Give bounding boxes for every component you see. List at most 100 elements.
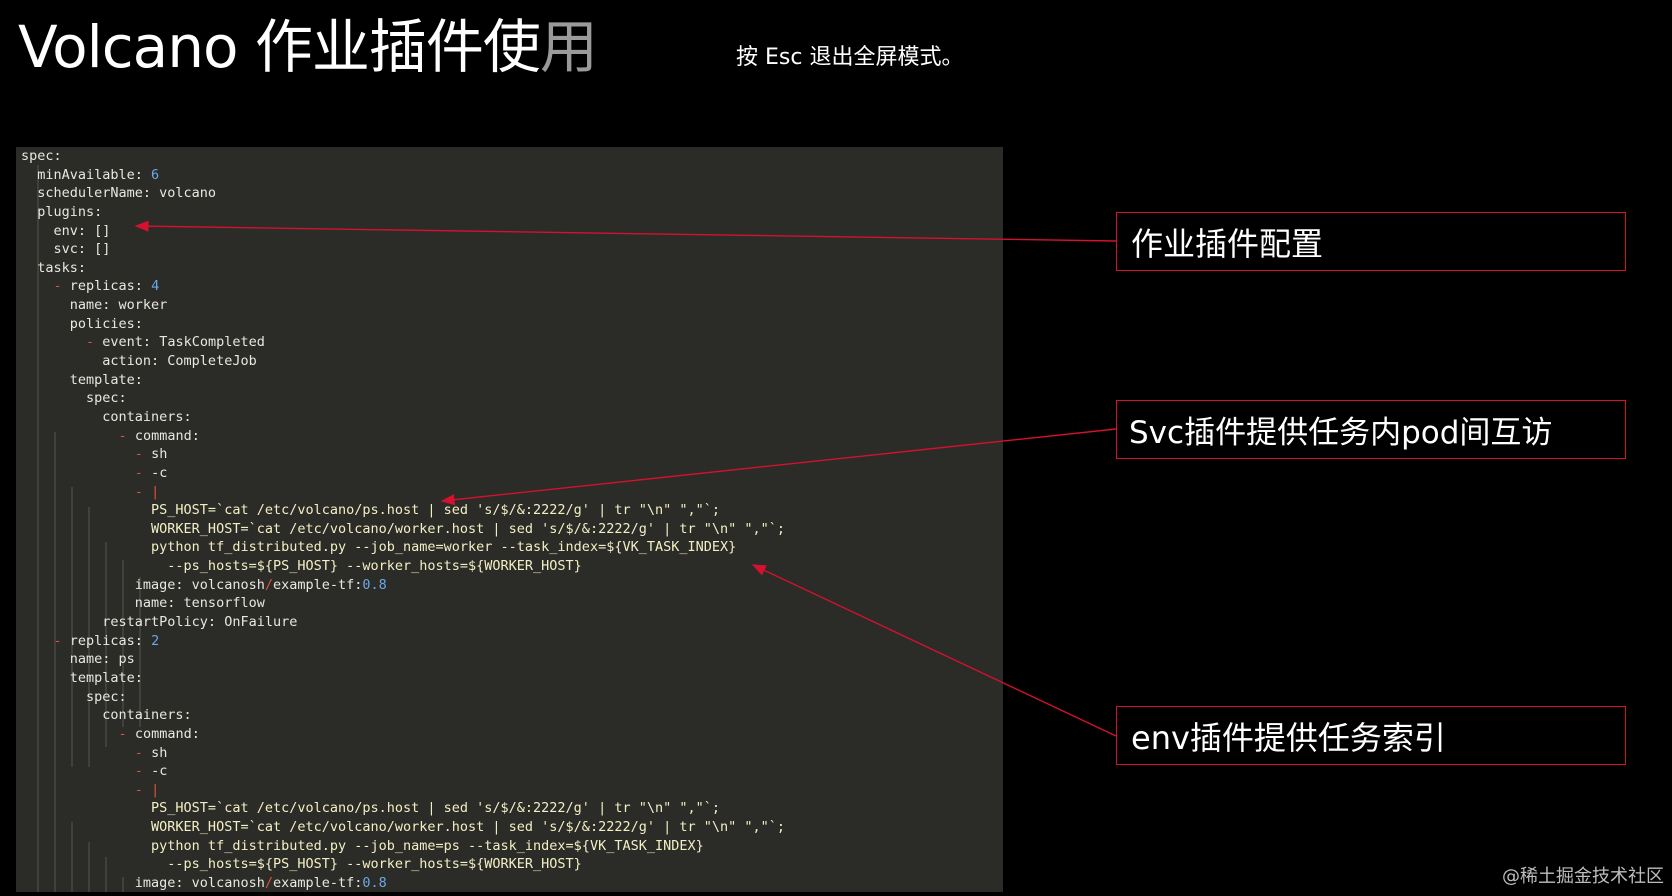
code-token: env: []: [21, 222, 111, 239]
code-token: containers:: [21, 408, 192, 425]
code-line: - -c: [21, 762, 785, 781]
code-token: python tf_distributed.py --job_name=ps -…: [21, 837, 704, 854]
code-token: name: tensorflow: [21, 595, 265, 612]
code-line: plugins:: [21, 203, 785, 222]
callout-env-plugin-text: env插件提供任务索引: [1131, 718, 1446, 757]
exit-fullscreen-hint: 按 Esc 退出全屏模式。: [736, 45, 964, 70]
code-token: tasks:: [21, 259, 87, 276]
code-line: PS_HOST=`cat /etc/volcano/ps.host | sed …: [21, 799, 785, 818]
callout-plugin-config: 作业插件配置: [1116, 212, 1626, 271]
code-token: template:: [21, 371, 143, 388]
code-token: replicas:: [69, 632, 152, 649]
code-line: python tf_distributed.py --job_name=ps -…: [21, 837, 785, 856]
code-line: spec:: [21, 688, 785, 707]
code-line: - sh: [21, 445, 785, 464]
code-token: WORKER_HOST=`cat /etc/volcano/worker.hos…: [21, 520, 786, 537]
code-token: -c: [151, 763, 168, 780]
code-line: tasks:: [21, 259, 785, 278]
code-token: -: [134, 464, 152, 481]
code-line: image: volcanosh/example-tf:0.8: [21, 874, 785, 892]
code-line: name: worker: [21, 296, 785, 315]
slide-title-main: Volcano 作业插件使: [18, 13, 541, 81]
code-token: spec:: [21, 688, 127, 705]
code-token: replicas:: [69, 278, 152, 295]
code-line: name: tensorflow: [21, 594, 785, 613]
code-token: name: worker: [21, 297, 168, 314]
code-token: PS_HOST=`cat /etc/volcano/ps.host | sed …: [21, 800, 720, 817]
code-token: example-tf:: [272, 874, 363, 891]
code-token: -: [134, 744, 152, 761]
code-token: WORKER_HOST=`cat /etc/volcano/worker.hos…: [21, 819, 786, 836]
code-token: example-tf:: [272, 576, 363, 593]
code-token: template:: [21, 669, 143, 686]
code-token: 2: [151, 632, 160, 649]
code-token: -: [53, 278, 70, 295]
code-token: -: [134, 483, 152, 500]
watermark: @稀土掘金技术社区: [1502, 866, 1664, 887]
code-token: 4: [151, 278, 160, 295]
code-token: restartPolicy: OnFailure: [21, 614, 298, 631]
callout-svc-plugin-text: Svc插件提供任务内pod间互访: [1129, 415, 1553, 451]
code-line: python tf_distributed.py --job_name=work…: [21, 538, 785, 557]
code-token: 0.8: [362, 874, 387, 891]
code-token: 0.8: [362, 576, 387, 593]
code-token: minAvailable:: [21, 166, 152, 183]
code-token: python tf_distributed.py --job_name=work…: [21, 539, 737, 556]
code-token: plugins:: [21, 203, 103, 220]
slide-title: Volcano 作业插件使用: [18, 10, 598, 84]
code-token: --ps_hosts=${PS_HOST} --worker_hosts=${W…: [21, 856, 582, 873]
code-line: WORKER_HOST=`cat /etc/volcano/worker.hos…: [21, 818, 785, 837]
code-token: /: [264, 874, 273, 891]
code-token: name: ps: [21, 651, 135, 668]
code-token: policies:: [21, 315, 143, 332]
code-token: image: volcanosh: [21, 576, 265, 593]
code-line: containers:: [21, 408, 785, 427]
code-line: - replicas: 4: [21, 277, 785, 296]
code-line: - |: [21, 781, 785, 800]
code-token: sh: [151, 446, 168, 463]
code-token: -: [118, 725, 135, 742]
code-token: -: [134, 781, 152, 798]
code-line: WORKER_HOST=`cat /etc/volcano/worker.hos…: [21, 520, 785, 539]
code-line: action: CompleteJob: [21, 352, 785, 371]
code-token: spec:: [21, 390, 127, 407]
code-line: svc: []: [21, 240, 785, 259]
code-line: - -c: [21, 464, 785, 483]
code-token: -c: [151, 464, 168, 481]
code-token: --ps_hosts=${PS_HOST} --worker_hosts=${W…: [21, 558, 582, 575]
code-line: image: volcanosh/example-tf:0.8: [21, 576, 785, 595]
code-token: svc: []: [21, 241, 111, 258]
code-line: --ps_hosts=${PS_HOST} --worker_hosts=${W…: [21, 855, 785, 874]
code-token: |: [151, 781, 160, 798]
code-line: - event: TaskCompleted: [21, 333, 785, 352]
code-line: containers:: [21, 706, 785, 725]
code-token: -: [134, 446, 152, 463]
code-line: PS_HOST=`cat /etc/volcano/ps.host | sed …: [21, 501, 785, 520]
code-line: - |: [21, 483, 785, 502]
code-line: restartPolicy: OnFailure: [21, 613, 785, 632]
code-line: spec:: [21, 389, 785, 408]
code-token: |: [151, 483, 160, 500]
code-line: policies:: [21, 315, 785, 334]
code-token: /: [264, 576, 273, 593]
code-line: template:: [21, 371, 785, 390]
code-line: minAvailable: 6: [21, 166, 785, 185]
callout-env-plugin: env插件提供任务索引: [1116, 706, 1626, 765]
code-token: -: [86, 334, 103, 351]
code-token: event: TaskCompleted: [102, 334, 265, 351]
code-token: -: [53, 632, 70, 649]
code-token: PS_HOST=`cat /etc/volcano/ps.host | sed …: [21, 502, 720, 519]
code-line: - command:: [21, 427, 785, 446]
code-token: spec:: [21, 148, 62, 164]
callout-svc-plugin: Svc插件提供任务内pod间互访: [1116, 400, 1626, 459]
